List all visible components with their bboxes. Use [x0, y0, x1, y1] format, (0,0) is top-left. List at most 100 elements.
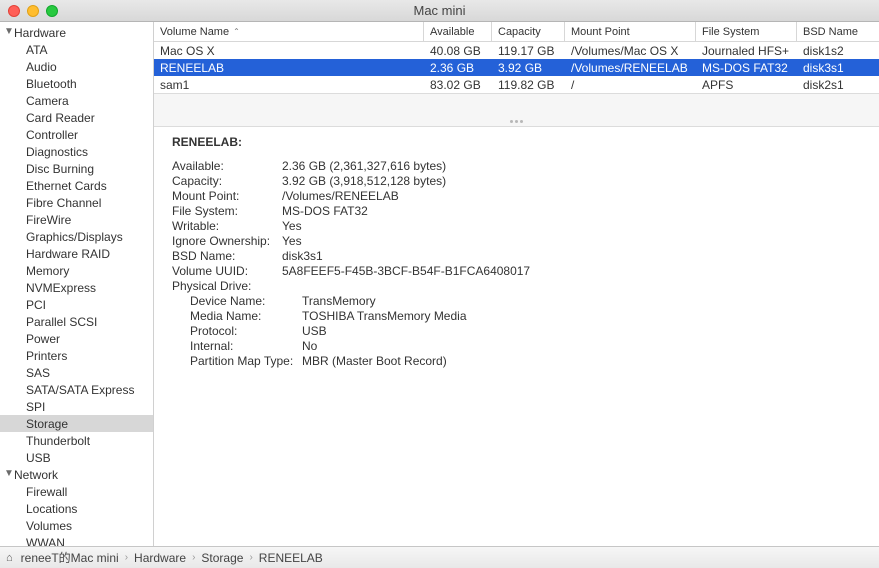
- cell: /Volumes/RENEELAB: [565, 61, 696, 75]
- chevron-right-icon: ›: [247, 552, 254, 563]
- cell: 40.08 GB: [424, 44, 492, 58]
- category-label: Network: [14, 468, 58, 482]
- sidebar-category-hardware[interactable]: ▼Hardware: [0, 24, 153, 41]
- detail-key: Capacity:: [172, 174, 282, 189]
- cell: MS-DOS FAT32: [696, 61, 797, 75]
- detail-key: Protocol:: [172, 324, 302, 339]
- zoom-button[interactable]: [46, 5, 58, 17]
- sidebar-item-firewire[interactable]: FireWire: [0, 211, 153, 228]
- sidebar-item-disc-burning[interactable]: Disc Burning: [0, 160, 153, 177]
- detail-row: Protocol:USB: [172, 324, 867, 339]
- detail-value: TOSHIBA TransMemory Media: [302, 309, 467, 324]
- chevron-right-icon: ›: [190, 552, 197, 563]
- category-label: Hardware: [14, 26, 66, 40]
- sidebar-category-network[interactable]: ▼Network: [0, 466, 153, 483]
- sidebar-item-ethernet-cards[interactable]: Ethernet Cards: [0, 177, 153, 194]
- table-row[interactable]: RENEELAB2.36 GB3.92 GB/Volumes/RENEELABM…: [154, 59, 879, 76]
- column-header-available[interactable]: Available: [424, 22, 492, 41]
- column-header-volume-name[interactable]: Volume Name ⌃: [154, 22, 424, 41]
- details-heading: RENEELAB:: [172, 135, 867, 149]
- sidebar-item-pci[interactable]: PCI: [0, 296, 153, 313]
- detail-row: Capacity:3.92 GB (3,918,512,128 bytes): [172, 174, 867, 189]
- disclosure-triangle-icon: ▼: [4, 468, 14, 479]
- column-header-bsd-name[interactable]: BSD Name: [797, 22, 879, 41]
- table-body: Mac OS X40.08 GB119.17 GB/Volumes/Mac OS…: [154, 42, 879, 93]
- breadcrumb-item[interactable]: Storage: [201, 551, 243, 565]
- table-row[interactable]: sam183.02 GB119.82 GB/APFSdisk2s1: [154, 76, 879, 93]
- sidebar-item-nvmexpress[interactable]: NVMExpress: [0, 279, 153, 296]
- sidebar-item-camera[interactable]: Camera: [0, 92, 153, 109]
- sidebar-item-audio[interactable]: Audio: [0, 58, 153, 75]
- detail-value: Yes: [282, 219, 302, 234]
- sidebar-item-sata-sata-express[interactable]: SATA/SATA Express: [0, 381, 153, 398]
- detail-key: Ignore Ownership:: [172, 234, 282, 249]
- disclosure-triangle-icon: ▼: [4, 26, 14, 37]
- chevron-right-icon: ›: [123, 552, 130, 563]
- home-icon: ⌂: [6, 552, 13, 564]
- sidebar-item-controller[interactable]: Controller: [0, 126, 153, 143]
- detail-value: disk3s1: [282, 249, 323, 264]
- pane-splitter[interactable]: [154, 93, 879, 127]
- details-pane: RENEELAB: Available:2.36 GB (2,361,327,6…: [154, 127, 879, 546]
- sidebar-item-parallel-scsi[interactable]: Parallel SCSI: [0, 313, 153, 330]
- sidebar-item-sas[interactable]: SAS: [0, 364, 153, 381]
- path-bar: ⌂ reneeT的Mac mini › Hardware › Storage › RENEE…: [0, 546, 879, 568]
- breadcrumb-item[interactable]: RENEELAB: [259, 551, 323, 565]
- sidebar-item-graphics-displays[interactable]: Graphics/Displays: [0, 228, 153, 245]
- detail-key: Physical Drive:: [172, 279, 282, 294]
- detail-row: Media Name:TOSHIBA TransMemory Media: [172, 309, 867, 324]
- minimize-button[interactable]: [27, 5, 39, 17]
- sidebar-item-diagnostics[interactable]: Diagnostics: [0, 143, 153, 160]
- cell: disk3s1: [797, 61, 879, 75]
- detail-row: Internal:No: [172, 339, 867, 354]
- sidebar-item-power[interactable]: Power: [0, 330, 153, 347]
- detail-value: 3.92 GB (3,918,512,128 bytes): [282, 174, 446, 189]
- breadcrumb-item[interactable]: Hardware: [134, 551, 186, 565]
- sidebar-item-wwan[interactable]: WWAN: [0, 534, 153, 546]
- detail-row: Available:2.36 GB (2,361,327,616 bytes): [172, 159, 867, 174]
- sidebar-item-printers[interactable]: Printers: [0, 347, 153, 364]
- detail-key: Partition Map Type:: [172, 354, 302, 369]
- cell: Mac OS X: [154, 44, 424, 58]
- detail-value: 2.36 GB (2,361,327,616 bytes): [282, 159, 446, 174]
- sidebar-item-fibre-channel[interactable]: Fibre Channel: [0, 194, 153, 211]
- cell: /Volumes/Mac OS X: [565, 44, 696, 58]
- close-button[interactable]: [8, 5, 20, 17]
- column-header-file-system[interactable]: File System: [696, 22, 797, 41]
- sidebar-item-bluetooth[interactable]: Bluetooth: [0, 75, 153, 92]
- detail-value: USB: [302, 324, 327, 339]
- sidebar-item-hardware-raid[interactable]: Hardware RAID: [0, 245, 153, 262]
- detail-key: Mount Point:: [172, 189, 282, 204]
- cell: 119.82 GB: [492, 78, 565, 92]
- detail-row: Device Name:TransMemory: [172, 294, 867, 309]
- sidebar-item-firewall[interactable]: Firewall: [0, 483, 153, 500]
- sidebar-item-card-reader[interactable]: Card Reader: [0, 109, 153, 126]
- cell: RENEELAB: [154, 61, 424, 75]
- sidebar[interactable]: ▼HardwareATAAudioBluetoothCameraCard Rea…: [0, 22, 154, 546]
- column-header-mount-point[interactable]: Mount Point: [565, 22, 696, 41]
- sidebar-item-locations[interactable]: Locations: [0, 500, 153, 517]
- cell: 3.92 GB: [492, 61, 565, 75]
- breadcrumb-item[interactable]: reneeT的Mac mini: [21, 549, 119, 566]
- sidebar-item-thunderbolt[interactable]: Thunderbolt: [0, 432, 153, 449]
- titlebar: Mac mini: [0, 0, 879, 22]
- table-row[interactable]: Mac OS X40.08 GB119.17 GB/Volumes/Mac OS…: [154, 42, 879, 59]
- sidebar-item-volumes[interactable]: Volumes: [0, 517, 153, 534]
- detail-row: Partition Map Type:MBR (Master Boot Reco…: [172, 354, 867, 369]
- detail-key: BSD Name:: [172, 249, 282, 264]
- sidebar-item-spi[interactable]: SPI: [0, 398, 153, 415]
- detail-key: Internal:: [172, 339, 302, 354]
- cell: sam1: [154, 78, 424, 92]
- detail-row: Writable:Yes: [172, 219, 867, 234]
- sidebar-item-memory[interactable]: Memory: [0, 262, 153, 279]
- column-header-capacity[interactable]: Capacity: [492, 22, 565, 41]
- cell: Journaled HFS+: [696, 44, 797, 58]
- sidebar-item-ata[interactable]: ATA: [0, 41, 153, 58]
- sidebar-item-usb[interactable]: USB: [0, 449, 153, 466]
- detail-row: File System:MS-DOS FAT32: [172, 204, 867, 219]
- detail-row: Ignore Ownership:Yes: [172, 234, 867, 249]
- sidebar-item-storage[interactable]: Storage: [0, 415, 153, 432]
- sort-caret-icon: ⌃: [233, 27, 240, 36]
- detail-value: MS-DOS FAT32: [282, 204, 368, 219]
- grip-icon: [507, 120, 527, 124]
